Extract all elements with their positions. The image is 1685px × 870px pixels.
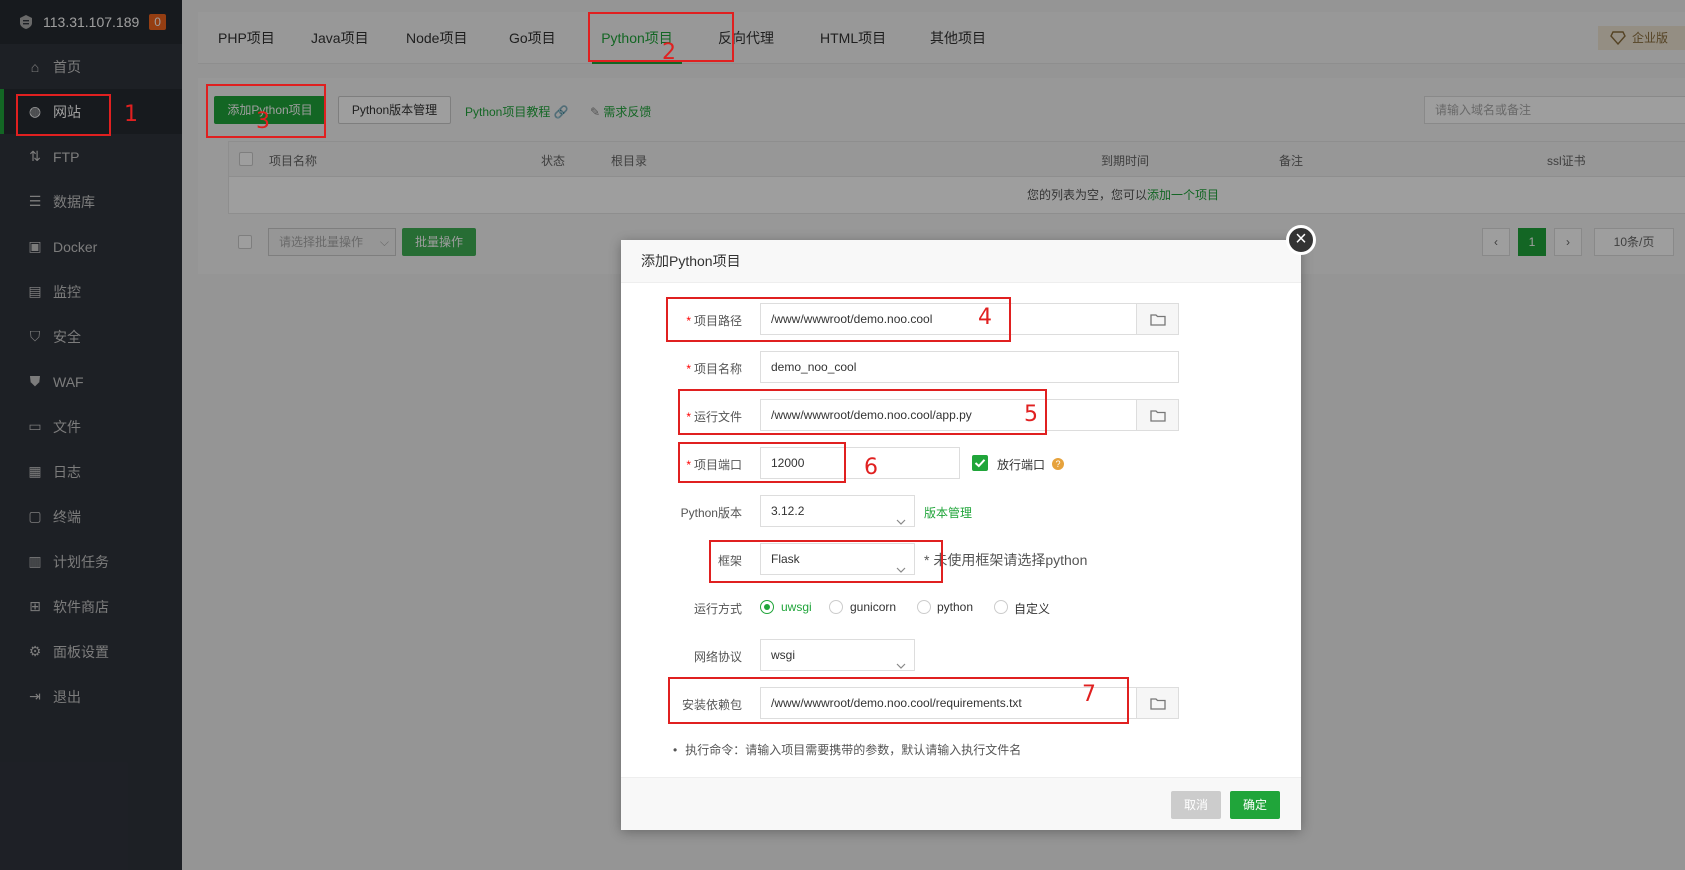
- annotation-box-7: [668, 677, 1129, 724]
- close-icon[interactable]: ×: [1286, 225, 1316, 255]
- runmode-label: 运行方式: [693, 602, 742, 616]
- path-folder-button[interactable]: [1136, 303, 1179, 335]
- runmode-python-label: python: [937, 600, 974, 614]
- annotation-number-4: 4: [978, 305, 992, 330]
- open-port-label: 放行端口: [997, 458, 1046, 472]
- help-icon[interactable]: ?: [1052, 458, 1064, 470]
- pyver-label: Python版本: [680, 506, 742, 520]
- protocol-value: wsgi: [771, 648, 796, 662]
- folder-icon: [1149, 313, 1166, 326]
- runmode-custom-radio[interactable]: [994, 600, 1008, 614]
- annotation-box-4: [666, 297, 1011, 342]
- runmode-uwsgi-label: uwsgi: [781, 600, 812, 614]
- python-version-value: 3.12.2: [771, 504, 805, 518]
- name-label: * 项目名称: [686, 362, 742, 376]
- runmode-uwsgi-radio[interactable]: [760, 600, 774, 614]
- command-note: 执行命令：请输入项目需要携带的参数，默认请输入执行文件名: [673, 741, 1021, 758]
- confirm-button[interactable]: 确定: [1230, 791, 1280, 819]
- annotation-box-6: [678, 442, 846, 483]
- cancel-button[interactable]: 取消: [1171, 791, 1221, 819]
- python-version-select[interactable]: 3.12.2: [760, 495, 915, 527]
- runmode-custom-label: 自定义: [1014, 602, 1051, 616]
- annotation-number-7: 7: [1082, 682, 1096, 707]
- folder-icon: [1149, 409, 1166, 422]
- annotation-number-5: 5: [1024, 402, 1038, 427]
- framework-hint: * 未使用框架请选择python: [924, 552, 1088, 568]
- annotation-box-1: [16, 94, 111, 136]
- runmode-python-radio[interactable]: [917, 600, 931, 614]
- check-icon: [974, 459, 986, 468]
- annotation-number-2: 2: [662, 40, 676, 65]
- dialog-title: 添加Python项目: [621, 240, 1301, 283]
- annotation-box-2: [588, 12, 734, 62]
- project-name-input[interactable]: demo_noo_cool: [760, 351, 1179, 383]
- deps-folder-button[interactable]: [1136, 687, 1179, 719]
- folder-icon: [1149, 697, 1166, 710]
- chevron-down-icon: [896, 650, 906, 680]
- annotation-box-framework: [709, 540, 943, 583]
- annotation-number-6: 6: [864, 455, 878, 480]
- file-folder-button[interactable]: [1136, 399, 1179, 431]
- runmode-gunicorn-label: gunicorn: [850, 600, 897, 614]
- annotation-number-1: 1: [124, 102, 138, 127]
- open-port-checkbox[interactable]: [972, 455, 988, 471]
- chevron-down-icon: [896, 506, 906, 536]
- protocol-label: 网络协议: [693, 650, 742, 664]
- protocol-select[interactable]: wsgi: [760, 639, 915, 671]
- runmode-gunicorn-radio[interactable]: [829, 600, 843, 614]
- annotation-number-3: 3: [256, 109, 270, 134]
- version-manage-link[interactable]: 版本管理: [924, 504, 972, 521]
- dialog-footer: 取消 确定: [621, 777, 1301, 830]
- annotation-box-5: [678, 389, 1047, 435]
